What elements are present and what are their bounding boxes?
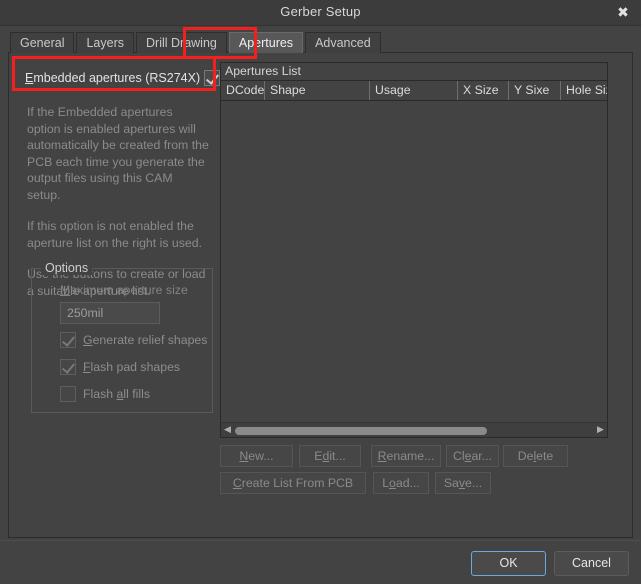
maximum-aperture-size-label: Maximum aperture size <box>60 283 188 297</box>
flash-all-fills-row[interactable]: Flash all fills <box>60 386 150 402</box>
embedded-apertures-checkbox[interactable] <box>204 70 220 86</box>
column-header-x-size[interactable]: X Size <box>458 81 509 100</box>
create-list-from-pcb-button[interactable]: Create List From PCB <box>220 472 366 494</box>
column-header-usage[interactable]: Usage <box>370 81 458 100</box>
tab-strip: General Layers Drill Drawing Apertures Advan… <box>10 31 383 53</box>
options-group: Options Maximum aperture size 250mil Gen… <box>31 261 213 413</box>
flash-all-fills-label: Flash all fills <box>83 387 150 401</box>
column-header-dcode[interactable]: DCode <box>221 81 265 100</box>
scrollbar-track[interactable] <box>234 424 594 437</box>
left-column: Embedded apertures (RS274X) If the Embed… <box>19 58 222 528</box>
flash-pad-shapes-label: Flash pad shapes <box>83 360 181 374</box>
gerber-setup-dialog: Gerber Setup ✖ General Layers Drill Drawin… <box>0 0 641 584</box>
description-paragraph-2: If this option is not enabled the apertu… <box>27 219 202 250</box>
column-header-hole-size[interactable]: Hole Size <box>561 81 607 100</box>
new-button[interactable]: New... <box>220 445 293 467</box>
description-paragraph-1: If the Embedded apertures option is enab… <box>27 105 209 202</box>
apertures-list-body[interactable] <box>221 101 607 421</box>
flash-pad-shapes-checkbox[interactable] <box>60 359 76 375</box>
clear-button[interactable]: Clear... <box>446 445 499 467</box>
window-title: Gerber Setup <box>280 4 361 19</box>
flash-all-fills-checkbox[interactable] <box>60 386 76 402</box>
close-icon[interactable]: ✖ <box>611 2 635 24</box>
generate-relief-shapes-checkbox[interactable] <box>60 332 76 348</box>
scrollbar-thumb[interactable] <box>235 426 487 435</box>
column-header-shape[interactable]: Shape <box>265 81 370 100</box>
delete-button[interactable]: Delete <box>503 445 568 467</box>
ok-button[interactable]: OK <box>471 551 546 576</box>
apertures-list-panel: Apertures List DCode Shape Usage X Size Y Si… <box>220 62 608 438</box>
maximum-aperture-size-input[interactable]: 250mil <box>60 302 160 324</box>
load-button[interactable]: Load... <box>373 472 429 494</box>
edit-button[interactable]: Edit... <box>299 445 361 467</box>
scroll-right-arrow-icon[interactable]: ▶ <box>594 424 607 437</box>
embedded-apertures-checkbox-row[interactable]: Embedded apertures (RS274X) <box>25 64 220 92</box>
tab-layers[interactable]: Layers <box>76 32 135 53</box>
scroll-left-arrow-icon[interactable]: ◀ <box>221 424 234 437</box>
horizontal-scrollbar[interactable]: ◀ ▶ <box>221 422 607 437</box>
apertures-list-title: Apertures List <box>221 63 607 81</box>
tab-advanced[interactable]: Advanced <box>305 32 381 53</box>
embedded-apertures-label: Embedded apertures (RS274X) <box>25 71 201 85</box>
column-header-y-sixe[interactable]: Y Sixe <box>509 81 561 100</box>
rename-button[interactable]: Rename... <box>371 445 441 467</box>
flash-pad-shapes-row[interactable]: Flash pad shapes <box>60 359 180 375</box>
tab-general[interactable]: General <box>10 32 75 53</box>
generate-relief-shapes-label: Generate relief shapes <box>83 333 208 347</box>
title-bar: Gerber Setup ✖ <box>0 0 641 26</box>
save-button[interactable]: Save... <box>435 472 491 494</box>
apertures-list-header: DCodeShapeUsageX SizeY SixeHole SizeX Of… <box>221 81 607 101</box>
generate-relief-shapes-row[interactable]: Generate relief shapes <box>60 332 207 348</box>
apertures-tab-page: Embedded apertures (RS274X) If the Embed… <box>8 52 633 538</box>
tab-apertures[interactable]: Apertures <box>228 32 304 53</box>
tab-drill-drawing[interactable]: Drill Drawing <box>136 32 227 53</box>
cancel-button[interactable]: Cancel <box>554 551 629 576</box>
dialog-button-bar: OK Cancel <box>0 540 641 584</box>
options-group-title: Options <box>41 261 93 275</box>
